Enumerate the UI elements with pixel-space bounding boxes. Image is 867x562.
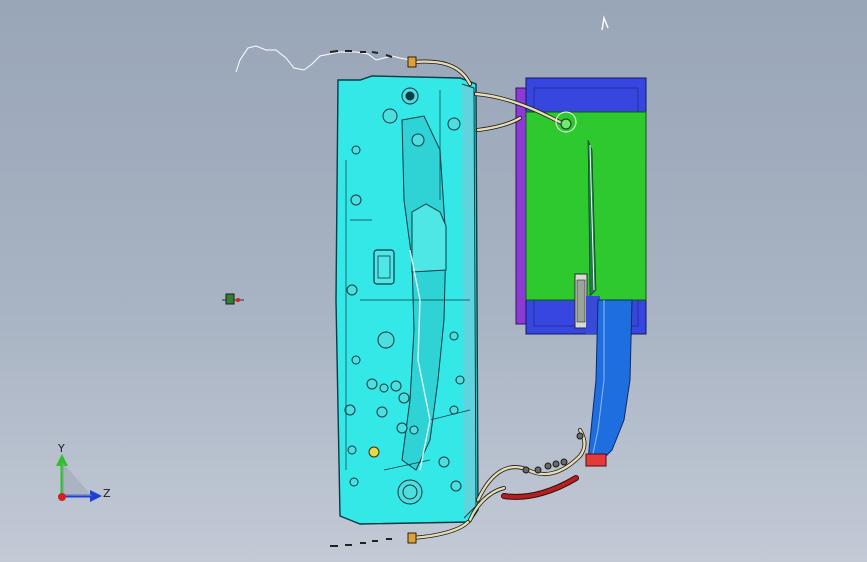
mold-plate-rim bbox=[461, 83, 477, 519]
insert-block-assembly[interactable] bbox=[515, 77, 647, 335]
triad-icon bbox=[56, 454, 102, 502]
dashed-wire-bottom bbox=[330, 538, 392, 547]
red-end-cap[interactable] bbox=[585, 453, 607, 467]
axis-y-label: Y bbox=[58, 442, 65, 455]
rect-pocket bbox=[373, 249, 395, 285]
slide-insert-detail bbox=[576, 279, 586, 323]
fitting-bottom[interactable] bbox=[407, 532, 417, 544]
top-marker-icon bbox=[601, 15, 609, 31]
fitting-top[interactable] bbox=[407, 56, 417, 68]
yellow-locator-pin[interactable] bbox=[368, 446, 380, 458]
cursor-marker-icon bbox=[222, 293, 244, 305]
mold-window-slot bbox=[411, 203, 447, 273]
green-block[interactable] bbox=[525, 111, 647, 301]
axis-z-label: Z bbox=[103, 487, 111, 500]
wire-sketch-curve[interactable] bbox=[235, 45, 411, 73]
fitting-green-top[interactable] bbox=[560, 118, 572, 130]
cad-viewport[interactable]: Y Z bbox=[0, 0, 867, 562]
hose-bottom-3[interactable] bbox=[410, 520, 470, 540]
model-canvas[interactable] bbox=[0, 0, 867, 562]
mold-plate[interactable] bbox=[335, 75, 479, 525]
fittings-cluster[interactable] bbox=[522, 432, 584, 474]
